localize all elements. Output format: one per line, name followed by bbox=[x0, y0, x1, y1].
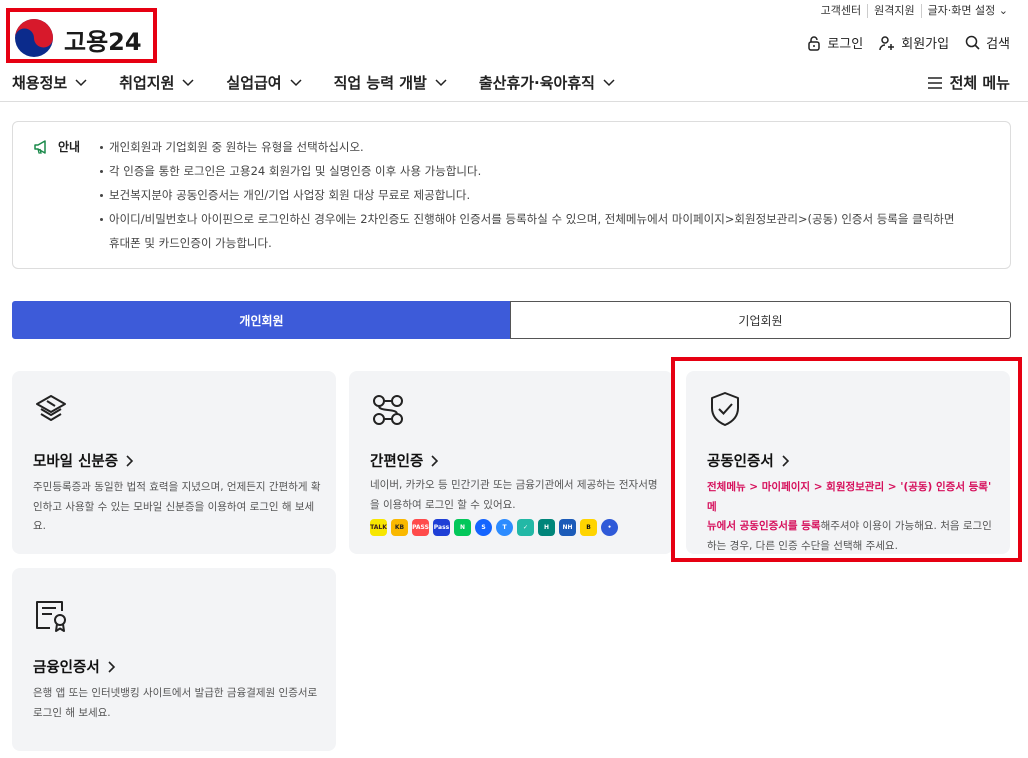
desc-highlight-text: 뉴에서 공동인증서를 등록 bbox=[707, 520, 821, 532]
desc-line: 요. bbox=[33, 520, 46, 532]
nav-item-unemployment-benefits[interactable]: 실업급여 bbox=[226, 72, 302, 93]
card-title-text: 공동인증서 bbox=[707, 454, 774, 470]
card-desc-simple-auth: 네이버, 카카오 등 민간기관 또는 금융기관에서 제공하는 전자서명 을 이용… bbox=[370, 476, 665, 515]
auth-provider-badge: S bbox=[475, 519, 492, 536]
chevron-down-icon bbox=[290, 78, 302, 86]
card-desc-financial-cert: 은행 앱 또는 인터넷뱅킹 사이트에서 발급한 금융결제원 인증서로 로그인 해… bbox=[33, 684, 323, 723]
display-settings-label: 글자·화면 설정 bbox=[927, 4, 996, 17]
desc-line: 네이버, 카카오 등 민간기관 또는 금융기관에서 제공하는 전자서명 bbox=[370, 479, 658, 491]
user-plus-icon bbox=[879, 35, 895, 50]
chevron-right-icon bbox=[126, 454, 134, 467]
auth-provider-badge: T bbox=[496, 519, 513, 536]
notice-item: 보건복지분야 공동인증서는 개인/기업 사업장 회원 대상 무료로 제공합니다. bbox=[100, 183, 990, 207]
auth-provider-badge: Pass bbox=[433, 519, 450, 536]
login-button[interactable]: 로그인 bbox=[807, 33, 863, 52]
notice-item: 개인회원과 기업회원 중 원하는 유형을 선택하십시오. bbox=[100, 135, 990, 159]
card-title-joint-cert: 공동인증서 bbox=[707, 450, 790, 471]
auth-provider-badge: NH bbox=[559, 519, 576, 536]
card-desc-joint-cert: 전체메뉴 > 마이페이지 > 회원정보관리 > '(공동) 인증서 등록' 메 … bbox=[707, 478, 1002, 556]
auth-provider-badge: H bbox=[538, 519, 555, 536]
desc-line: 뉴에서 공동인증서를 등록해주셔야 이용이 가능해요. 처음 로그인 bbox=[707, 517, 1002, 537]
auth-provider-badge: ✓ bbox=[517, 519, 534, 536]
desc-line: 은행 앱 또는 인터넷뱅킹 사이트에서 발급한 금융결제원 인증서로 bbox=[33, 687, 318, 699]
auth-provider-badge: B bbox=[580, 519, 597, 536]
site-logo-text[interactable]: 고용24 bbox=[64, 22, 142, 57]
auth-provider-badge: TALK bbox=[370, 519, 387, 536]
chevron-right-icon bbox=[431, 454, 439, 467]
utility-links: 고객센터 원격지원 글자·화면 설정 ⌄ bbox=[815, 4, 1008, 18]
util-link-display-settings[interactable]: 글자·화면 설정 ⌄ bbox=[922, 4, 1008, 18]
desc-line: 로그인 해 보세요. bbox=[33, 706, 111, 719]
card-title-simple-auth: 간편인증 bbox=[370, 450, 439, 471]
desc-text: 해주셔야 이용이 가능해요. 처음 로그인 bbox=[820, 520, 992, 532]
notice-item-continued: 휴대폰 및 카드인증이 가능합니다. bbox=[109, 236, 272, 250]
hamburger-icon bbox=[927, 76, 942, 89]
notice-heading: 안내 bbox=[34, 138, 80, 155]
desc-line: 인하고 사용할 수 있는 모바일 신분증을 이용하여 로그인 해 보세 bbox=[33, 500, 315, 513]
chevron-down-icon bbox=[603, 78, 615, 86]
nav-label: 실업급여 bbox=[226, 74, 282, 92]
all-menu-button[interactable]: 전체 메뉴 bbox=[927, 72, 1010, 93]
taegeuk-logo-icon[interactable] bbox=[14, 18, 54, 58]
search-icon bbox=[965, 35, 980, 50]
all-menu-label: 전체 메뉴 bbox=[949, 74, 1010, 92]
card-title-financial-cert: 금융인증서 bbox=[33, 656, 116, 677]
nav-label: 출산휴가·육아휴직 bbox=[478, 74, 595, 92]
chevron-down-icon bbox=[182, 78, 194, 86]
desc-line: 하는 경우, 다른 인증 수단을 선택해 주세요. bbox=[707, 539, 898, 552]
header-actions: 로그인 회원가입 검색 bbox=[807, 33, 1010, 52]
card-desc-mobile-id: 주민등록증과 동일한 법적 효력을 지녔으며, 언제든지 간편하게 확 인하고 … bbox=[33, 478, 323, 537]
tab-corporate-member[interactable]: 기업회원 bbox=[510, 301, 1011, 339]
auth-provider-badge: • bbox=[601, 519, 618, 536]
search-label: 검색 bbox=[986, 37, 1010, 52]
signup-button[interactable]: 회원가입 bbox=[879, 33, 949, 52]
nav-item-skills-development[interactable]: 직업 능력 개발 bbox=[334, 72, 447, 93]
notice-title: 안내 bbox=[58, 140, 81, 154]
desc-line: 을 이용하여 로그인 할 수 있어요. bbox=[370, 498, 516, 511]
desc-highlight-line: 전체메뉴 > 마이페이지 > 회원정보관리 > '(공동) 인증서 등록' 메 bbox=[707, 481, 992, 513]
notice-item: 아이디/비밀번호나 아이핀으로 로그인하신 경우에는 2차인증도 진행해야 인증… bbox=[100, 207, 990, 231]
auth-provider-badge: PASS bbox=[412, 519, 429, 536]
nav-label: 취업지원 bbox=[119, 74, 175, 92]
megaphone-icon bbox=[34, 139, 46, 154]
nav-label: 직업 능력 개발 bbox=[333, 74, 427, 92]
nav-label: 채용정보 bbox=[12, 74, 68, 92]
tab-personal-member[interactable]: 개인회원 bbox=[12, 301, 511, 339]
desc-line: 주민등록증과 동일한 법적 효력을 지녔으며, 언제든지 간편하게 확 bbox=[33, 481, 321, 493]
nodes-icon bbox=[373, 395, 403, 425]
chevron-right-icon bbox=[108, 660, 115, 673]
auth-provider-badge: N bbox=[454, 519, 471, 536]
lock-icon bbox=[808, 35, 821, 51]
chevron-right-icon bbox=[782, 454, 789, 467]
nav-item-jobs[interactable]: 채용정보 bbox=[12, 72, 87, 93]
card-title-mobile-id: 모바일 신분증 bbox=[33, 450, 134, 471]
auth-provider-badges: TALK KB PASS Pass N S T ✓ H NH B • bbox=[370, 519, 618, 536]
nav-item-parental-leave[interactable]: 출산휴가·육아휴직 bbox=[479, 72, 615, 93]
nav-item-employment-support[interactable]: 취업지원 bbox=[119, 72, 194, 93]
util-link-customer-center[interactable]: 고객센터 bbox=[815, 4, 869, 18]
notice-item: 각 인증을 통한 로그인은 고용24 회원가입 및 실명인증 이후 사용 가능합… bbox=[100, 159, 990, 183]
chevron-down-icon bbox=[435, 78, 447, 86]
login-label: 로그인 bbox=[827, 37, 864, 52]
layers-icon bbox=[36, 395, 66, 421]
certificate-icon bbox=[36, 601, 66, 632]
util-link-remote-support[interactable]: 원격지원 bbox=[868, 4, 922, 18]
auth-provider-badge: KB bbox=[391, 519, 408, 536]
card-title-text: 모바일 신분증 bbox=[33, 454, 119, 470]
card-title-text: 금융인증서 bbox=[33, 660, 100, 676]
chevron-down-icon: ⌄ bbox=[998, 4, 1008, 17]
main-nav: 채용정보 취업지원 실업급여 직업 능력 개발 출산휴가·육아휴직 bbox=[12, 72, 647, 93]
chevron-down-icon bbox=[75, 78, 87, 86]
signup-label: 회원가입 bbox=[901, 37, 950, 52]
header-divider bbox=[0, 101, 1028, 102]
notice-list: 개인회원과 기업회원 중 원하는 유형을 선택하십시오. 각 인증을 통한 로그… bbox=[100, 135, 990, 231]
card-title-text: 간편인증 bbox=[370, 454, 424, 470]
shield-check-icon bbox=[711, 392, 739, 426]
search-button[interactable]: 검색 bbox=[965, 33, 1010, 52]
